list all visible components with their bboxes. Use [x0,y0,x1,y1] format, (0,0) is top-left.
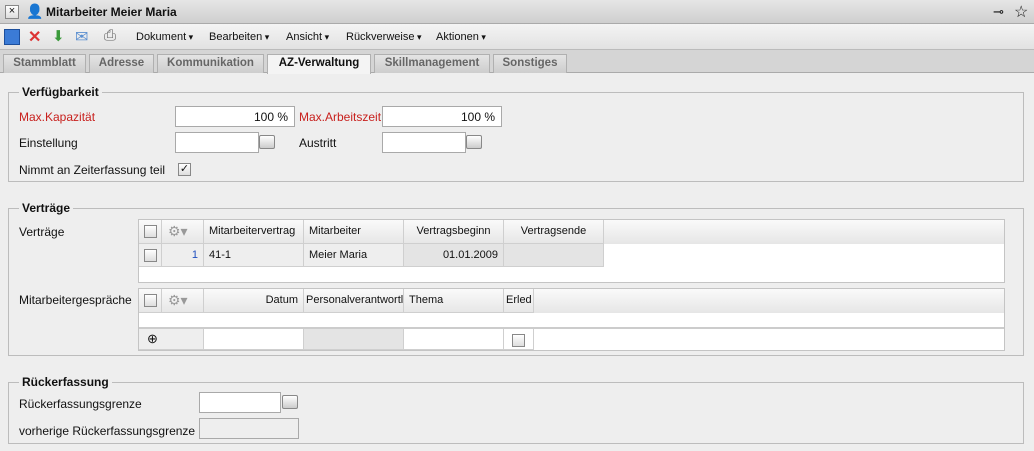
einstellung-input[interactable] [175,132,259,153]
column-header[interactable]: Datum [204,289,304,313]
column-header[interactable]: Thema [404,289,504,313]
menu-dokument[interactable]: Dokument [136,31,193,43]
new-row[interactable]: ⊕ [139,327,1004,350]
column-header[interactable]: Mitarbeitervertrag [204,220,304,244]
print-icon[interactable]: ⎙ [104,27,116,44]
gear-icon[interactable]: ⚙▾ [162,289,204,313]
cell-vertrag: 41-1 [204,244,304,267]
tab-adresse[interactable]: Adresse [89,54,154,73]
calendar-icon[interactable] [466,135,482,149]
delete-icon[interactable]: ✕ [28,27,41,47]
star-icon[interactable]: ☆ [1014,2,1028,22]
calendar-icon[interactable] [259,135,275,149]
gespraeche-grid: ⚙▾ Datum Personalverantwortl Thema Erled… [138,288,1005,351]
tab-stammblatt[interactable]: Stammblatt [3,54,86,73]
add-icon[interactable]: ⊕ [139,329,204,350]
tab-skillmanagement[interactable]: Skillmanagement [374,54,490,73]
mail-icon[interactable]: ✉ [75,27,88,47]
column-header[interactable]: Vertragsende [504,220,604,244]
calendar-icon[interactable] [282,395,298,409]
download-icon[interactable]: ⬇ [52,27,65,45]
tab-sonstiges[interactable]: Sonstiges [493,54,567,73]
new-datum[interactable] [204,329,304,350]
tab-kommunikation[interactable]: Kommunikation [157,54,264,73]
select-all-checkbox[interactable] [144,294,157,307]
grid-header: ⚙▾ Datum Personalverantwortl Thema Erled [139,289,1004,313]
cell-mitarbeiter: Meier Maria [304,244,404,267]
vertraege-grid: ⚙▾ Mitarbeitervertrag Mitarbeiter Vertra… [138,219,1005,283]
menu-rueckverweise[interactable]: Rückverweise [346,31,422,43]
gespraeche-label: Mitarbeitergespräche [19,293,132,307]
grenze-input[interactable] [199,392,281,413]
column-header[interactable]: Vertragsbeginn [404,220,504,244]
column-header[interactable]: Mitarbeiter [304,220,404,244]
menu-aktionen[interactable]: Aktionen [436,31,486,43]
max-arbeitszeit-input[interactable]: 100 % [382,106,502,127]
window-title: Mitarbeiter Meier Maria [46,5,177,19]
zeiterfassung-label: Nimmt an Zeiterfassung teil [19,163,166,177]
new-erledigt-checkbox[interactable] [512,334,525,347]
verfuegbarkeit-section: Verfügbarkeit Max.Kapazität 100 % Max.Ar… [8,85,1024,182]
austritt-label: Austritt [299,136,337,150]
vertraege-grid-label: Verträge [19,225,65,239]
einstellung-label: Einstellung [19,136,78,150]
zeiterfassung-checkbox[interactable]: ✓ [178,163,191,176]
table-row[interactable]: 1 41-1 Meier Maria 01.01.2009 [139,244,604,267]
vertraege-section: Verträge Verträge ⚙▾ Mitarbeitervertrag … [8,201,1024,356]
section-legend: Verfügbarkeit [19,85,102,99]
row-number: 1 [162,244,204,267]
new-thema[interactable] [404,329,504,350]
max-kapazitaet-label: Max.Kapazität [19,110,96,124]
vorherige-input [199,418,299,439]
pin-icon[interactable]: ⊸ [993,4,1004,20]
cell-ende [504,244,604,267]
tab-bar: Stammblatt Adresse Kommunikation AZ-Verw… [0,50,1034,74]
new-personal[interactable] [304,329,404,350]
menu-bearbeiten[interactable]: Bearbeiten [209,31,269,43]
close-icon[interactable]: × [5,5,19,19]
section-legend: Rückerfassung [19,375,112,389]
menu-ansicht[interactable]: Ansicht [286,31,329,43]
tab-az-verwaltung[interactable]: AZ-Verwaltung [267,54,371,74]
section-legend: Verträge [19,201,74,215]
austritt-input[interactable] [382,132,466,153]
rueckerfassung-section: Rückerfassung Rückerfassungsgrenze vorhe… [8,375,1024,444]
row-checkbox[interactable] [144,249,157,262]
toolbar: ✕ ⬇ ✉ ⎙ Dokument Bearbeiten Ansicht Rück… [0,24,1034,50]
title-bar: × 👤 Mitarbeiter Meier Maria ⊸ ☆ [0,0,1034,24]
column-header[interactable]: Personalverantwortl [304,289,404,313]
grenze-label: Rückerfassungsgrenze [19,397,142,411]
max-kapazitaet-input[interactable]: 100 % [175,106,295,127]
column-header[interactable]: Erled [504,289,534,313]
gear-icon[interactable]: ⚙▾ [162,220,204,244]
user-icon: 👤 [26,3,44,19]
save-icon[interactable] [4,29,20,45]
cell-beginn: 01.01.2009 [404,244,504,267]
grid-header: ⚙▾ Mitarbeitervertrag Mitarbeiter Vertra… [139,220,1004,244]
select-all-checkbox[interactable] [144,225,157,238]
vorherige-label: vorherige Rückerfassungsgrenze [19,424,196,438]
max-arbeitszeit-label: Max.Arbeitszeit [299,110,382,124]
